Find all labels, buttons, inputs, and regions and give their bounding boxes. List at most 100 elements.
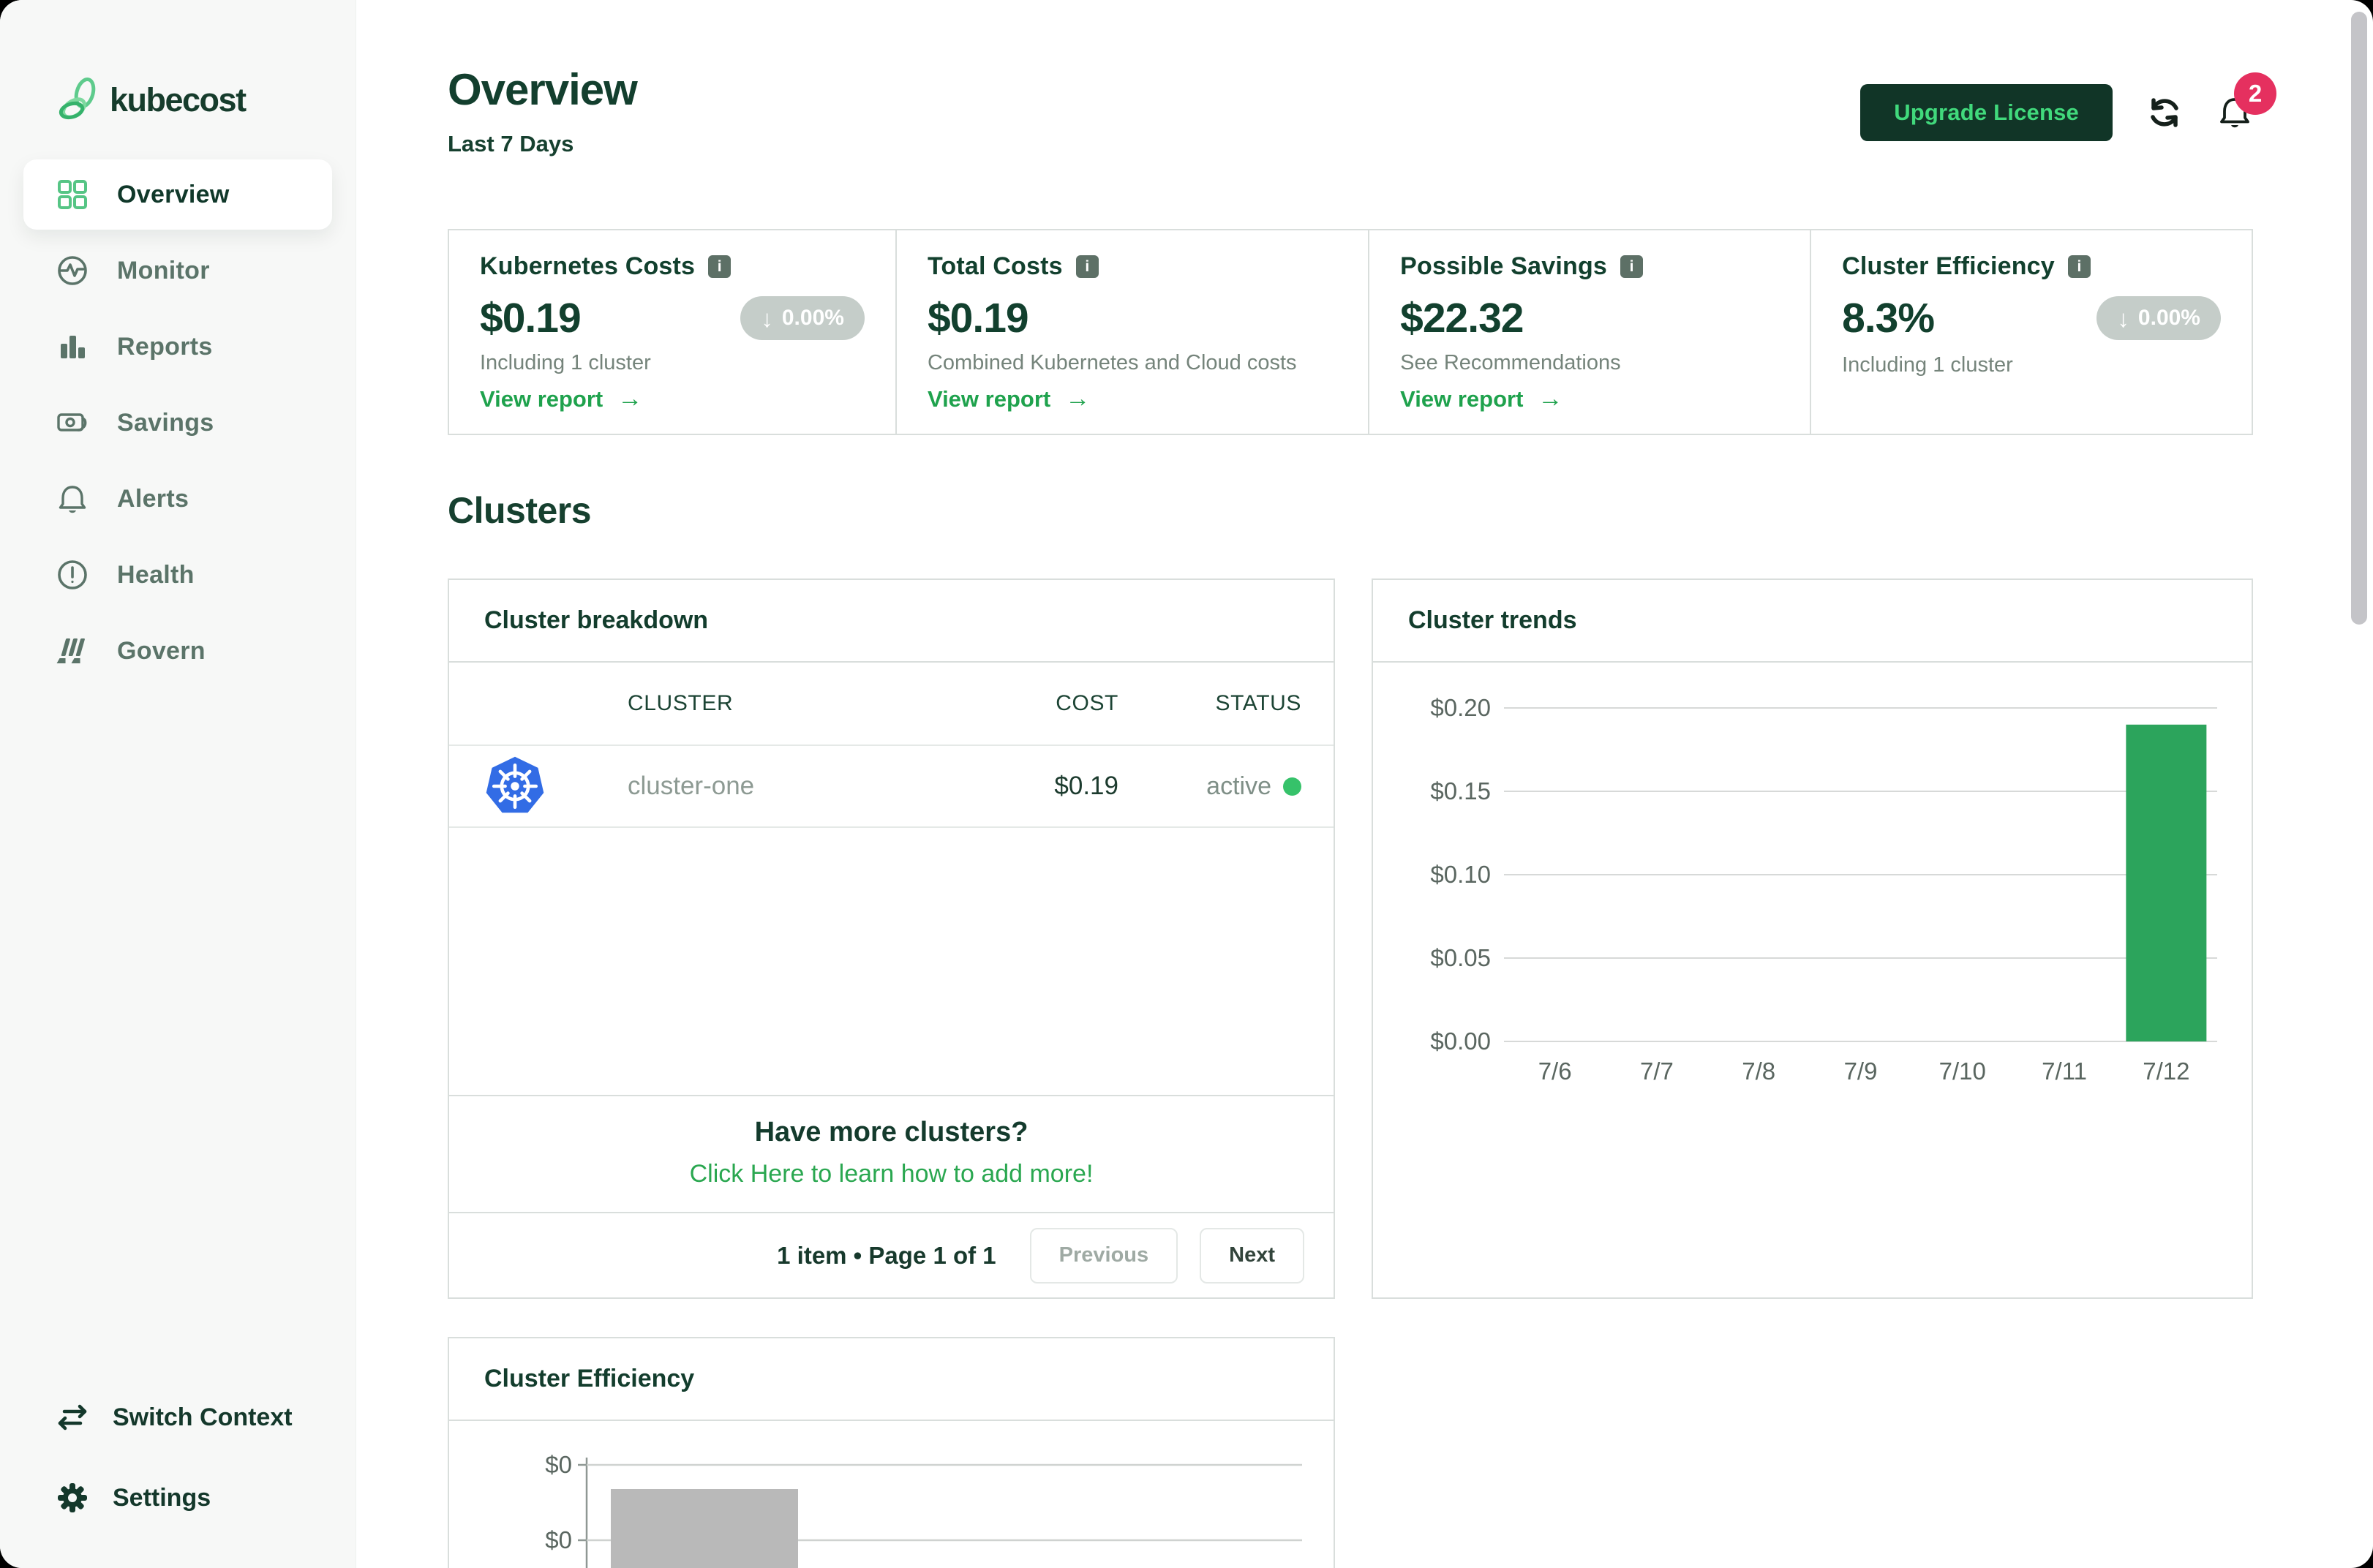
kubernetes-icon: [486, 756, 544, 813]
right-arrow-icon: →: [1538, 385, 1563, 412]
sidebar-item-settings[interactable]: Settings: [0, 1463, 356, 1533]
card-subtext: Combined Kubernetes and Cloud costs: [927, 351, 1297, 374]
cluster-trends-chart: $0.00 $0.05 $0.10 $0.15 $0.20 7/6 7/7 7/8 7/9 7/1…: [1373, 663, 2252, 1297]
vertical-scrollbar-thumb[interactable]: [2351, 12, 2367, 625]
sidebar-item-reports[interactable]: Reports: [23, 312, 332, 382]
delta-badge: ↓ 0.00%: [740, 296, 865, 340]
prompt-title: Have more clusters?: [754, 1117, 1028, 1147]
upgrade-license-button[interactable]: Upgrade License: [1860, 84, 2113, 141]
sidebar-item-label: Reports: [117, 332, 213, 361]
exclamation-circle-icon: [56, 558, 89, 592]
main-content: Overview Last 7 Days Upgrade License 2 K…: [356, 0, 2373, 1568]
add-clusters-prompt: Have more clusters? Click Here to learn …: [449, 1095, 1334, 1212]
view-report-link[interactable]: View report →: [480, 385, 642, 413]
right-arrow-icon: →: [617, 385, 643, 412]
status-active-dot: [1283, 777, 1301, 796]
card-subtext: Including 1 cluster: [1842, 353, 2013, 377]
info-icon[interactable]: i: [1620, 255, 1644, 278]
refresh-button[interactable]: [2145, 93, 2184, 132]
table-row[interactable]: cluster-one $0.19 active: [449, 746, 1334, 828]
svg-text:$0.05: $0.05: [1430, 944, 1491, 971]
sidebar-item-label: Savings: [117, 408, 214, 437]
view-report-link[interactable]: View report →: [928, 385, 1090, 413]
page-title: Overview: [448, 65, 638, 114]
clusters-section-heading: Clusters: [448, 490, 592, 531]
sidebar-item-label: Alerts: [117, 484, 189, 513]
info-icon[interactable]: i: [1075, 255, 1099, 278]
svg-text:$0.15: $0.15: [1430, 777, 1491, 804]
delta-value: 0.00%: [781, 306, 844, 330]
svg-text:7/10: 7/10: [1939, 1058, 1986, 1085]
card-title: Total Costs: [927, 252, 1063, 280]
card-subtext: Including 1 cluster: [480, 351, 651, 374]
column-header-cost: COST: [1056, 691, 1118, 715]
view-report-link[interactable]: View report →: [1400, 385, 1562, 413]
svg-text:7/12: 7/12: [2143, 1058, 2189, 1085]
cluster-trends-panel: Cluster trends $0.00 $0.05 $0.10 $0.15 $0.20…: [1372, 578, 2253, 1299]
stat-card-kubernetes-costs: Kubernetes Costs i $0.19 ↓ 0.00% Includi…: [449, 230, 895, 434]
card-value: $0.19: [927, 295, 1029, 342]
stat-card-total-costs: Total Costs i $0.19 Combined Kubernetes …: [895, 230, 1368, 434]
add-clusters-link[interactable]: Click Here to learn how to add more!: [449, 1160, 1334, 1188]
sidebar-item-label: Overview: [117, 180, 230, 208]
kubecost-logo-text: kubecost: [110, 81, 247, 118]
panel-title: Cluster breakdown: [449, 580, 1334, 663]
monitor-pulse-icon: [56, 254, 89, 287]
date-range-label: Last 7 Days: [448, 131, 574, 157]
sidebar-item-label: Settings: [113, 1483, 211, 1512]
previous-page-button[interactable]: Previous: [1029, 1227, 1178, 1284]
sidebar-item-monitor[interactable]: Monitor: [23, 235, 332, 306]
view-report-label: View report: [480, 385, 603, 412]
sidebar-item-overview[interactable]: Overview: [23, 159, 332, 230]
sidebar-item-label: Monitor: [117, 256, 210, 284]
panel-title: Cluster Efficiency: [449, 1338, 1334, 1421]
svg-text:7/9: 7/9: [1844, 1058, 1878, 1085]
down-arrow-icon: ↓: [761, 304, 773, 332]
svg-text:7/11: 7/11: [2042, 1058, 2087, 1085]
sidebar-item-label: Health: [117, 560, 195, 589]
svg-text:7/6: 7/6: [1538, 1058, 1572, 1085]
page-header: Overview Last 7 Days Upgrade License 2: [448, 0, 2276, 157]
card-title: Cluster Efficiency: [1842, 252, 2055, 280]
cluster-table-header: CLUSTER COST STATUS: [449, 663, 1334, 746]
card-title: Possible Savings: [1400, 252, 1608, 280]
cluster-breakdown-panel: Cluster breakdown CLUSTER COST STATUS cl…: [448, 578, 1335, 1299]
svg-text:7/7: 7/7: [1640, 1058, 1674, 1085]
cluster-efficiency-chart: $0 $0: [449, 1421, 1334, 1568]
card-title: Kubernetes Costs: [480, 252, 696, 280]
sidebar-item-switch-context[interactable]: Switch Context: [0, 1382, 356, 1452]
sidebar-item-alerts[interactable]: Alerts: [23, 464, 332, 534]
sidebar-item-govern[interactable]: Govern: [23, 616, 332, 686]
kubecost-butterfly-icon: [59, 77, 96, 120]
header-actions: Upgrade License 2: [1860, 72, 2276, 142]
delta-value: 0.00%: [2137, 306, 2200, 330]
cluster-name: cluster-one: [628, 772, 755, 800]
svg-text:$0: $0: [545, 1526, 572, 1553]
next-page-button[interactable]: Next: [1200, 1227, 1304, 1284]
info-icon[interactable]: i: [2067, 255, 2091, 278]
panel-title: Cluster trends: [1373, 580, 2252, 663]
sidebar: kubecost Overview Monitor Reports Saving…: [0, 0, 356, 1568]
status-label: active: [1206, 772, 1271, 800]
pagination-summary: 1 item • Page 1 of 1: [777, 1241, 996, 1269]
cluster-cost: $0.19: [1054, 772, 1118, 800]
sidebar-item-savings[interactable]: Savings: [23, 388, 332, 458]
kubecost-logo: kubecost: [0, 76, 356, 124]
delta-badge: ↓ 0.00%: [2096, 296, 2221, 340]
svg-text:7/8: 7/8: [1742, 1058, 1775, 1085]
right-arrow-icon: →: [1065, 385, 1091, 412]
switch-arrows-icon: [56, 1401, 89, 1434]
column-header-status: STATUS: [1215, 691, 1301, 715]
notifications-button[interactable]: 2: [2216, 72, 2276, 131]
bar-chart-icon: [56, 330, 89, 363]
notification-count-badge: 2: [2234, 72, 2276, 115]
banknote-icon: [56, 406, 89, 440]
sidebar-nav: Overview Monitor Reports Savings Alerts …: [0, 159, 356, 686]
sidebar-item-health[interactable]: Health: [23, 540, 332, 610]
grid-icon: [56, 178, 89, 211]
card-value: $22.32: [1400, 295, 1524, 342]
info-icon[interactable]: i: [708, 255, 732, 278]
gear-icon: [56, 1481, 89, 1515]
cluster-efficiency-panel: Cluster Efficiency $0 $0: [448, 1337, 1335, 1568]
